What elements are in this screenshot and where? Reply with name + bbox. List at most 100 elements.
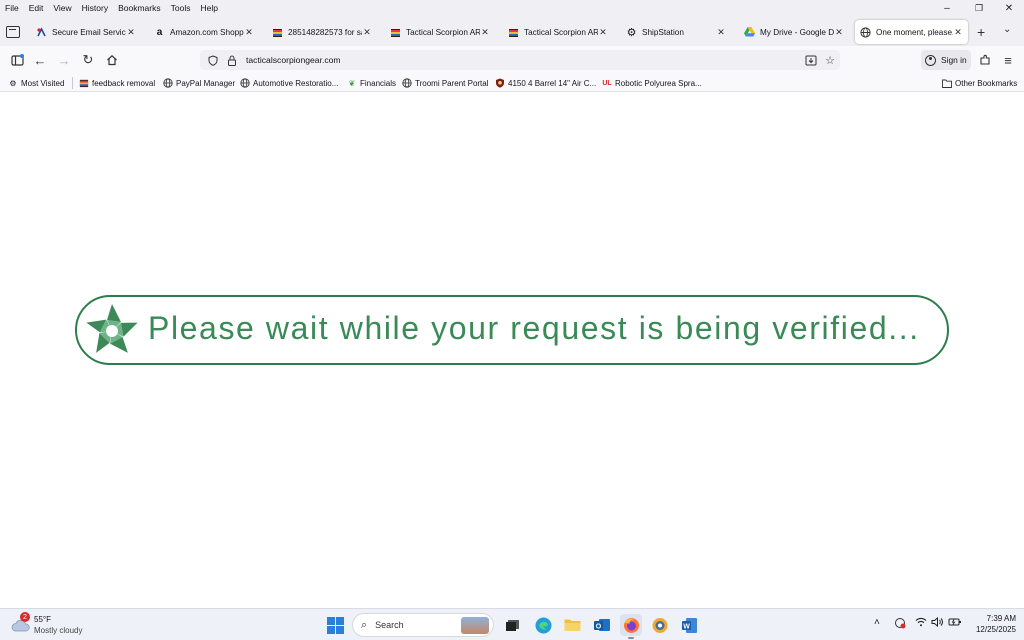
- task-view-icon[interactable]: [502, 615, 522, 635]
- search-icon: ⌕: [361, 618, 368, 631]
- bookmark-label: Most Visited: [21, 78, 65, 88]
- tab-title: One moment, please...: [876, 27, 953, 37]
- menu-bookmarks[interactable]: Bookmarks: [113, 0, 166, 16]
- tab-title: Amazon.com Shopping: [170, 27, 244, 37]
- menu-view[interactable]: View: [48, 0, 76, 16]
- lock-icon[interactable]: [227, 54, 237, 66]
- taskbar-search[interactable]: ⌕ Search: [352, 613, 494, 637]
- close-icon[interactable]: ✕: [244, 27, 254, 38]
- tab-tactical-scorpion-1[interactable]: Tactical Scorpion AR50 ✕: [385, 20, 495, 44]
- restore-button[interactable]: ❐: [964, 0, 994, 16]
- tab-secure-email[interactable]: Secure Email Service | ✕: [31, 20, 141, 44]
- close-window-button[interactable]: ✕: [994, 0, 1024, 16]
- security-shield-icon[interactable]: [894, 617, 906, 632]
- app-icon[interactable]: [650, 615, 670, 635]
- tab-amazon[interactable]: a Amazon.com Shopping ✕: [149, 20, 259, 44]
- url-bar[interactable]: tacticalscorpiongear.com ☆: [200, 50, 840, 70]
- verification-spinner-icon: [86, 304, 138, 353]
- tab-strip: Secure Email Service | ✕ a Amazon.com Sh…: [0, 16, 1024, 46]
- close-icon[interactable]: ✕: [834, 27, 844, 38]
- weather-widget[interactable]: 2 55°F Mostly cloudy: [10, 612, 82, 638]
- bookmark-4150-4-barrel[interactable]: 4150 4 Barrel 14" Air C...: [495, 76, 596, 90]
- url-text[interactable]: tacticalscorpiongear.com: [246, 55, 341, 65]
- amazon-icon: a: [156, 26, 163, 38]
- extensions-icon[interactable]: [977, 52, 993, 68]
- bookmark-troomi-parent-portal[interactable]: Troomi Parent Portal: [402, 76, 489, 90]
- tab-one-moment[interactable]: One moment, please... ✕: [855, 20, 968, 44]
- reader-view-icon[interactable]: [804, 53, 818, 67]
- close-icon[interactable]: ✕: [598, 27, 608, 38]
- store-icon: [79, 78, 89, 88]
- svg-text:W: W: [683, 623, 690, 630]
- volume-icon[interactable]: [931, 616, 944, 630]
- bookmark-robotic-polyurea[interactable]: UL Robotic Polyurea Spra...: [602, 76, 702, 90]
- wifi-icon[interactable]: [915, 617, 927, 630]
- close-icon[interactable]: ✕: [953, 27, 963, 38]
- sidebar-toggle-icon[interactable]: [9, 52, 25, 68]
- mimecast-icon: [36, 26, 47, 38]
- bookmark-label: Troomi Parent Portal: [415, 78, 489, 88]
- tracking-protection-shield-icon[interactable]: [208, 54, 218, 66]
- close-icon[interactable]: ✕: [126, 27, 136, 38]
- search-label: Search: [375, 620, 404, 630]
- home-button[interactable]: [104, 52, 120, 68]
- sign-in-button[interactable]: Sign in: [921, 50, 971, 70]
- system-clock[interactable]: 7:39 AM 12/25/2025: [966, 613, 1016, 635]
- close-icon[interactable]: ✕: [716, 27, 726, 38]
- menu-edit[interactable]: Edit: [24, 0, 49, 16]
- globe-icon: [240, 78, 250, 88]
- menu-history[interactable]: History: [77, 0, 113, 16]
- notification-badge: 2: [20, 612, 30, 622]
- tab-ebay-item[interactable]: 285148282573 for sale ✕: [267, 20, 377, 44]
- file-explorer-icon[interactable]: [562, 615, 582, 635]
- menu-file[interactable]: File: [0, 0, 24, 16]
- shield-badge-icon: [495, 78, 505, 88]
- edge-browser-icon[interactable]: [533, 615, 553, 635]
- menu-help[interactable]: Help: [195, 0, 222, 16]
- outlook-icon[interactable]: O: [592, 615, 612, 635]
- bookmark-star-icon[interactable]: ☆: [823, 53, 837, 67]
- verification-message: Please wait while your request is being …: [148, 310, 920, 346]
- firefox-icon[interactable]: [620, 614, 642, 636]
- windows-start-icon[interactable]: [325, 615, 345, 635]
- account-icon: [925, 54, 936, 66]
- bookmarks-separator: [72, 77, 73, 89]
- hamburger-menu-icon[interactable]: ≡: [1000, 52, 1016, 68]
- menu-tools[interactable]: Tools: [166, 0, 196, 16]
- tab-title: ShipStation: [642, 27, 684, 37]
- forward-button[interactable]: →: [56, 52, 72, 68]
- tab-tactical-scorpion-2[interactable]: Tactical Scorpion AR50 ✕: [503, 20, 613, 44]
- chevron-down-icon[interactable]: ⌄: [1003, 24, 1011, 35]
- bookmark-paypal-manager[interactable]: PayPal Manager: [163, 76, 235, 90]
- taskbar: 2 55°F Mostly cloudy ⌕ Search O W ˄ 7:39…: [0, 608, 1024, 640]
- bookmark-label: Robotic Polyurea Spra...: [615, 78, 702, 88]
- close-icon[interactable]: ✕: [362, 27, 372, 38]
- tab-list-icon[interactable]: [6, 26, 20, 38]
- battery-charging-icon[interactable]: [948, 617, 962, 630]
- back-button[interactable]: ←: [32, 52, 48, 68]
- firefox-active-indicator: [628, 637, 634, 639]
- bookmark-label: feedback removal: [92, 78, 156, 88]
- bookmark-feedback-removal[interactable]: feedback removal: [79, 76, 155, 90]
- bookmark-label: 4150 4 Barrel 14" Air C...: [508, 78, 597, 88]
- bookmark-automotive-restoration[interactable]: Automotive Restoratio...: [240, 76, 338, 90]
- bookmark-most-visited[interactable]: ⚙ Most Visited: [8, 76, 64, 90]
- clock-time: 7:39 AM: [986, 614, 1016, 623]
- reload-button[interactable]: ↻: [80, 52, 96, 68]
- word-icon[interactable]: W: [679, 615, 699, 635]
- tab-google-drive[interactable]: My Drive - Google Drive ✕: [739, 20, 849, 44]
- globe-icon: [402, 78, 412, 88]
- weather-temperature: 55°F: [34, 615, 51, 624]
- bookmark-other-bookmarks[interactable]: Other Bookmarks: [942, 76, 1017, 90]
- store-icon: [390, 27, 401, 38]
- bookmark-financials[interactable]: ❦ Financials: [347, 76, 396, 90]
- minimize-button[interactable]: –: [932, 0, 962, 16]
- tab-shipstation[interactable]: ⚙ ShipStation ✕: [621, 20, 731, 44]
- svg-text:O: O: [596, 623, 602, 630]
- chevron-up-icon[interactable]: ˄: [874, 617, 880, 628]
- new-tab-button[interactable]: +: [977, 24, 985, 40]
- page-content: Please wait while your request is being …: [0, 92, 1024, 608]
- tab-title: Tactical Scorpion AR50: [524, 27, 598, 37]
- close-icon[interactable]: ✕: [480, 27, 490, 38]
- tab-title: Tactical Scorpion AR50: [406, 27, 480, 37]
